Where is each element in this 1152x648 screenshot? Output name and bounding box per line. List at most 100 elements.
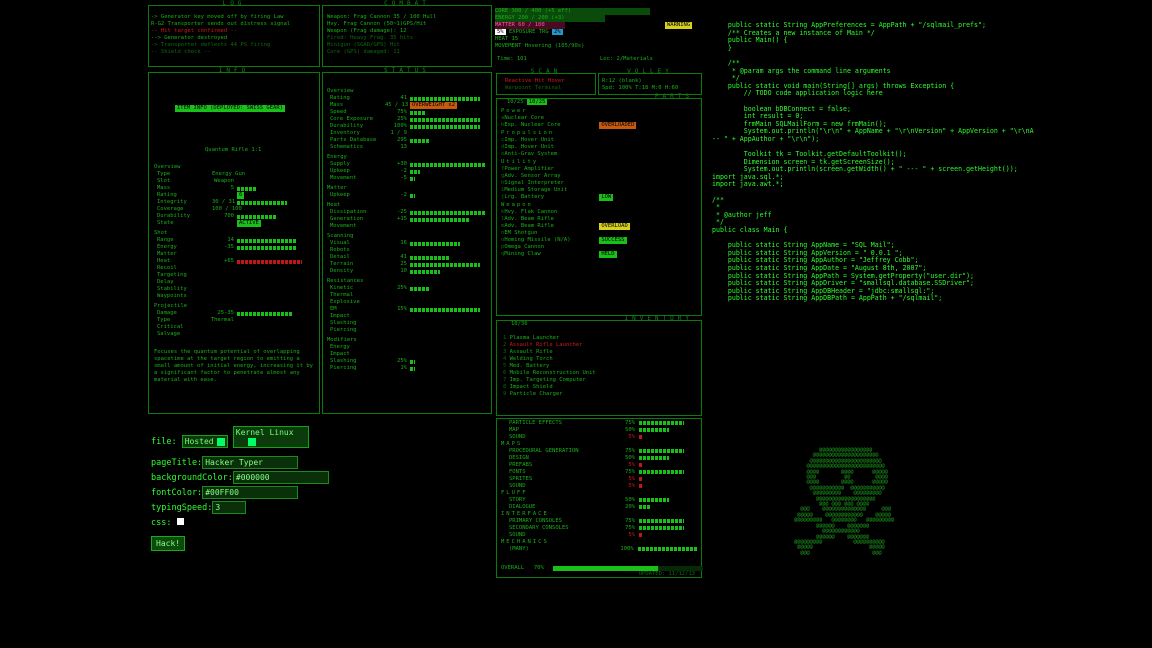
progress-value: 75% xyxy=(625,448,635,454)
matter-line: MATTER 60 / 100 xyxy=(495,22,565,29)
heat-line: HEAT 15 xyxy=(495,36,519,42)
stat-label: Schematics xyxy=(330,144,364,150)
stat-row: Salvage xyxy=(154,331,316,338)
stat-value: 25% xyxy=(397,116,407,122)
font-color-input[interactable]: #00FF00 xyxy=(202,486,299,499)
font-color-label: fontColor: xyxy=(151,488,203,498)
stat-value: 5 xyxy=(230,185,234,191)
progress-section-heading: INTERFACE xyxy=(501,511,549,517)
inventory-item: 3 Assault Rifle xyxy=(503,349,699,356)
progress-row: DESIGN 50% xyxy=(501,455,697,462)
stat-label: Mass xyxy=(157,185,171,191)
stat-value: +30 xyxy=(397,161,407,167)
combat-line: Weapon: Frag Cannon 35 / 100 Hull xyxy=(327,14,437,20)
part-name: Hvy. Flak Cannon xyxy=(504,209,558,215)
stat-row: Impact xyxy=(327,313,489,320)
progress-row: SPRITES 5% xyxy=(501,476,697,483)
stat-value: 75% xyxy=(397,109,407,115)
stat-row: Supply +30 xyxy=(327,161,489,168)
stat-value: Weapon xyxy=(214,178,234,184)
code-text: public static String AppPreferences = Ap… xyxy=(712,21,1034,303)
progress-row: DIALOGUE 20% xyxy=(501,504,697,511)
stat-row: Impact xyxy=(327,351,489,358)
stat-bar xyxy=(410,366,415,371)
stat-label: Durability xyxy=(330,123,364,129)
stat-row: Visual 16 xyxy=(327,240,489,247)
stat-bar xyxy=(237,186,257,191)
typing-speed-input[interactable]: 3 xyxy=(212,501,247,514)
css-checkbox[interactable] xyxy=(176,518,184,525)
status-body: Overview Rating 41 Mass 45 / 13 OVERWEIGHT x2… xyxy=(327,85,489,372)
skull-icon: @@@@@@@@@@@@@@@@@ @@@@@@@@@@@@@@@@@@@@@ … xyxy=(794,447,894,556)
stat-value: 13 xyxy=(400,144,407,150)
progress-item-name: DESIGN xyxy=(509,455,529,461)
parts-count-badge: 10/25 xyxy=(526,99,548,105)
stat-label: Damage xyxy=(157,310,177,316)
css-row: css: xyxy=(151,518,329,528)
part-row: d Imp. Hover Unit xyxy=(501,144,697,151)
progress-section-heading: MAPS xyxy=(501,441,523,447)
core-line: CORE 300 / 400 (+5 eff) xyxy=(495,8,650,15)
progress-item-name: MAP xyxy=(509,427,519,433)
stat-value: 16 xyxy=(400,240,407,246)
stat-label: Integrity xyxy=(157,199,187,205)
stat-row: Terrain 25 xyxy=(327,261,489,268)
stat-label: Visual xyxy=(330,240,350,246)
log-line: -> Transporter deflects 44 PS firing xyxy=(151,42,271,48)
stat-bar xyxy=(237,259,302,264)
parts-section-heading: Weapon xyxy=(501,202,533,208)
page-title-input[interactable]: Hacker Typer xyxy=(202,456,299,469)
stat-row: Targeting xyxy=(154,272,316,279)
stat-row: Durability 700 xyxy=(154,213,316,220)
settings-form: file: Hosted Kernel Linux pageTitle: Hack… xyxy=(151,426,329,551)
kernel-select[interactable]: Kernel Linux xyxy=(232,426,309,448)
stat-label: Type xyxy=(157,317,171,323)
hack-button[interactable]: Hack! xyxy=(151,536,186,551)
progress-row: SOUND 5% xyxy=(501,434,697,441)
item-description: Focuses the quantum potential of overlap… xyxy=(154,349,313,383)
stat-label: Upkeep xyxy=(330,192,350,198)
stat-row: Thermal xyxy=(327,292,489,299)
progress-bar xyxy=(639,463,642,467)
stat-label: Explosive xyxy=(330,299,360,305)
stat-value: 45 / 13 xyxy=(385,102,409,108)
file-select[interactable]: Hosted xyxy=(181,435,228,448)
stat-row: Slashing 25% xyxy=(327,358,489,365)
overall-label: OVERALL xyxy=(501,565,525,571)
combat-panel: COMBAT Weapon: Frag Cannon 35 / 100 Hull… xyxy=(322,0,492,67)
inventory-index: 8 xyxy=(503,384,510,390)
stat-bar xyxy=(410,124,480,129)
stat-label: Stability xyxy=(157,286,187,292)
stat-bar xyxy=(410,169,420,174)
stat-label: Piercing xyxy=(330,327,357,333)
stat-bar xyxy=(410,110,425,115)
stat-bar xyxy=(410,117,480,122)
progress-bar xyxy=(639,526,684,530)
part-name: Adv. Sensor Array xyxy=(504,173,561,179)
combat-line: Minigun (SGAD/GPS) Hit xyxy=(327,42,400,48)
stat-row: Waypoints xyxy=(154,293,316,300)
stat-row: Piercing xyxy=(327,327,489,334)
stat-label: Terrain xyxy=(330,261,354,267)
volley-title: VOLLEY xyxy=(627,68,673,75)
stat-label: Range xyxy=(157,237,174,243)
part-row: f Power Amplifier xyxy=(501,166,697,173)
stat-label: Kinetic xyxy=(330,285,354,291)
section-heading: Energy xyxy=(327,154,347,160)
stat-label: Matter xyxy=(157,251,177,257)
stat-row: Speed 75% xyxy=(327,109,489,116)
inventory-item: 5 Med. Battery xyxy=(503,363,699,370)
progress-bar xyxy=(637,547,697,551)
stat-label: EM xyxy=(330,306,337,312)
stat-label: Salvage xyxy=(157,331,181,337)
stat-row: Slashing xyxy=(327,320,489,327)
stat-row: Slot Weapon xyxy=(154,178,316,185)
inventory-index: 3 xyxy=(503,349,510,355)
status-top-panel: CORE 300 / 400 (+5 eff) ENERGY 200 / 200… xyxy=(495,8,703,68)
stat-label: Waypoints xyxy=(157,293,187,299)
progress-value: 75% xyxy=(625,469,635,475)
inventory-item-name: Impact Shield xyxy=(509,384,553,390)
combat-title: COMBAT xyxy=(384,0,430,7)
section-heading: Shot xyxy=(154,230,168,236)
background-color-input[interactable]: #000000 xyxy=(232,471,329,484)
